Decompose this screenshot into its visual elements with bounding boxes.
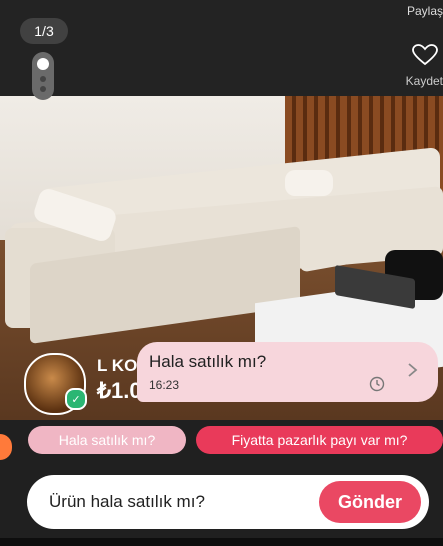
sent-message-bubble[interactable]: Hala satılık mı? 16:23 xyxy=(137,342,438,402)
quick-reply-chip[interactable]: Fiyatta pazarlık payı var mı? xyxy=(196,426,443,454)
chevron-right-icon[interactable] xyxy=(407,362,419,378)
scroll-dot xyxy=(40,76,46,82)
message-input[interactable]: Ürün hala satılık mı? xyxy=(49,492,205,512)
bottom-bar xyxy=(0,538,443,546)
clock-icon xyxy=(369,376,385,392)
heart-icon[interactable] xyxy=(412,44,438,66)
message-composer[interactable]: Ürün hala satılık mı? Gönder xyxy=(27,475,429,529)
verified-check-icon: ✓ xyxy=(65,388,87,410)
scroll-dot xyxy=(40,86,46,92)
quick-replies: Hala satılık mı? Fiyatta pazarlık payı v… xyxy=(0,420,443,460)
photo-top-band xyxy=(0,0,443,96)
save-label[interactable]: Kaydet xyxy=(406,74,443,88)
listing-price: ₺1.0 xyxy=(97,378,142,403)
share-button[interactable]: Paylaş xyxy=(407,4,443,18)
seller-name[interactable]: L KO xyxy=(97,356,137,376)
photo-counter: 1/3 xyxy=(20,18,68,44)
message-time: 16:23 xyxy=(149,378,180,392)
scroll-knob xyxy=(37,58,49,70)
listing-photo[interactable] xyxy=(0,0,443,546)
pillow xyxy=(285,170,333,196)
message-text: Hala satılık mı? xyxy=(149,352,267,371)
quick-reply-chip[interactable]: Hala satılık mı? xyxy=(28,426,186,454)
photo-scroll-indicator[interactable] xyxy=(32,52,54,100)
send-button[interactable]: Gönder xyxy=(319,481,421,523)
